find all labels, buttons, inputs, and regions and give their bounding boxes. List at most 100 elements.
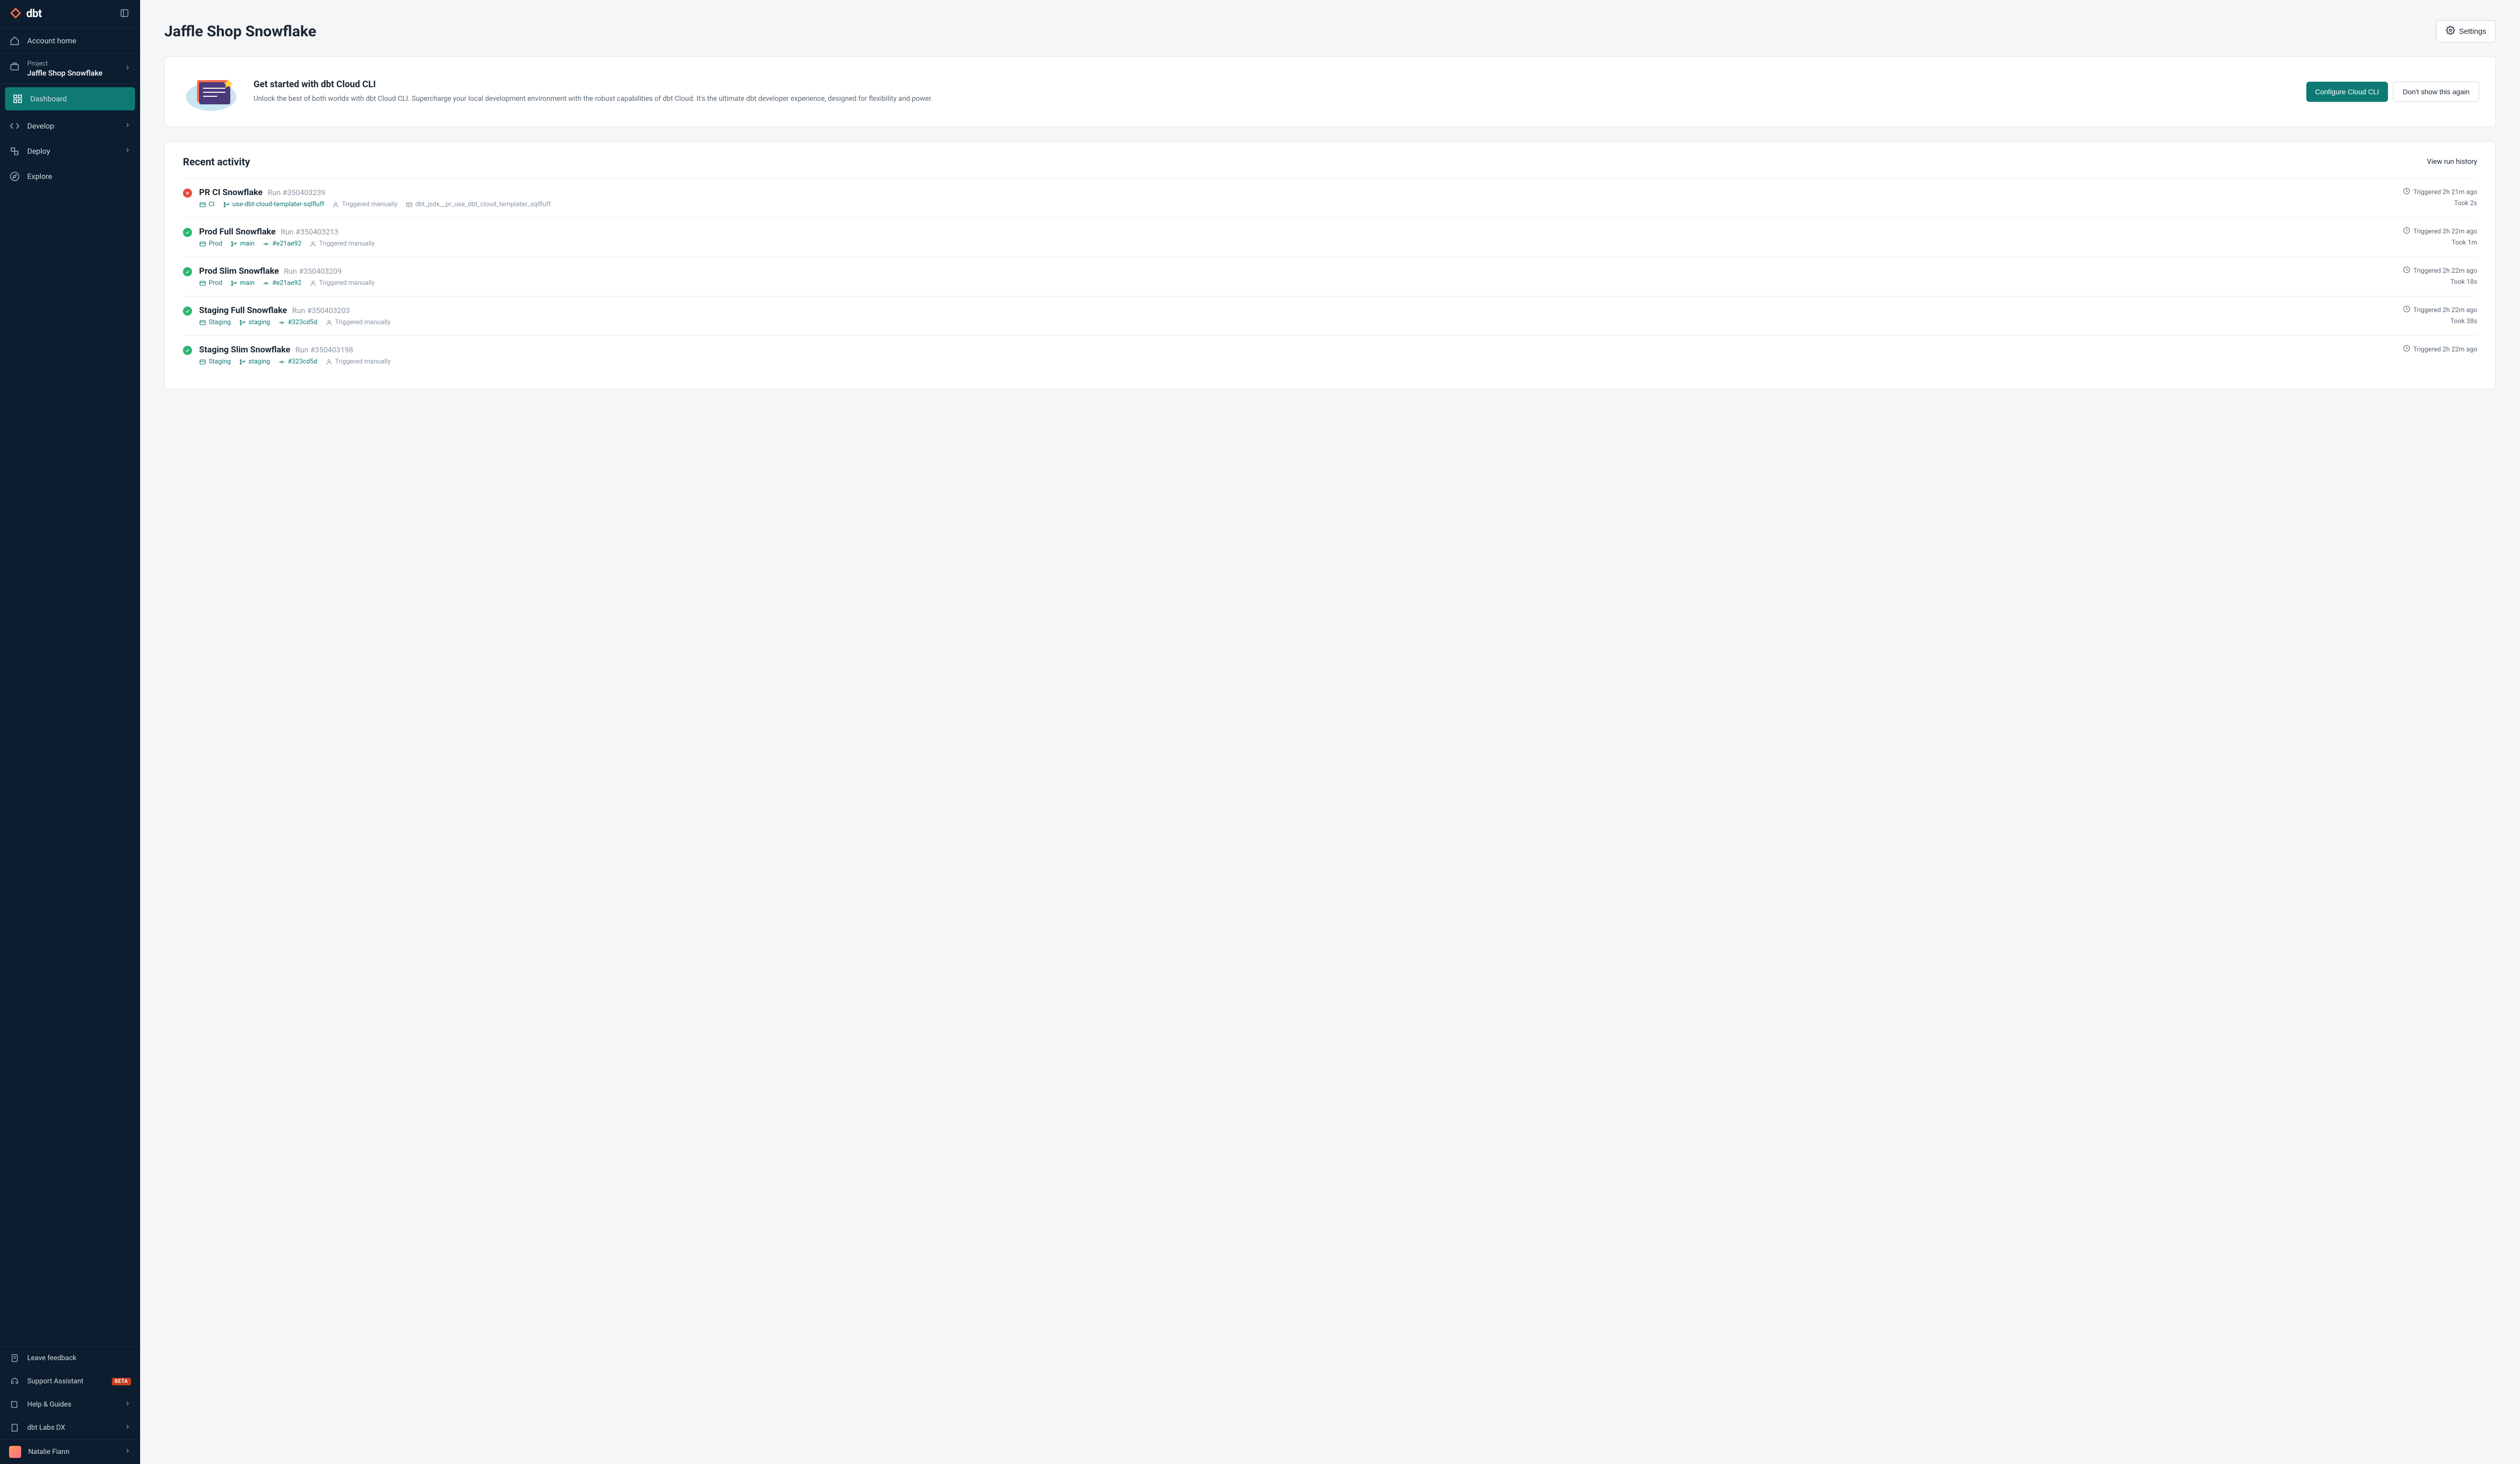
run-commit-link[interactable]: #323cd5d <box>278 358 318 365</box>
promo-card: Get started with dbt Cloud CLI Unlock th… <box>164 56 2496 127</box>
sidebar-item-label: Dashboard <box>30 94 128 103</box>
promo-illustration <box>181 69 241 114</box>
run-env-link[interactable]: Prod <box>199 240 222 248</box>
activity-title: Recent activity <box>183 156 250 168</box>
clock-icon <box>2403 345 2410 354</box>
run-meta: Prod main #e21ae92 Triggered manually <box>199 240 2396 248</box>
run-name: Staging Slim Snowflake <box>199 345 290 355</box>
run-row[interactable]: Staging Slim SnowflakeRun #350403198Stag… <box>183 335 2477 375</box>
run-branch-link[interactable]: use-dbt-cloud-templater-sqlfluff <box>223 201 324 208</box>
sidebar-item-feedback[interactable]: Leave feedback <box>0 1347 140 1370</box>
run-schema-text: dbt_jsdx__pr_use_dbt_cloud_templater_sql… <box>406 201 551 208</box>
run-trigger-text: Triggered manually <box>332 201 397 208</box>
run-row[interactable]: Prod Full SnowflakeRun #350403213Prodmai… <box>183 217 2477 257</box>
run-id: Run #350403239 <box>268 188 326 197</box>
schema-icon <box>406 201 413 208</box>
run-row[interactable]: PR CI SnowflakeRun #350403239CIuse-dbt-c… <box>183 178 2477 217</box>
activity-card: Recent activity View run history PR CI S… <box>164 141 2496 389</box>
run-trigger-text: Triggered manually <box>309 279 374 287</box>
branch-icon <box>239 319 246 326</box>
chevron-right-icon <box>124 64 131 73</box>
project-label: Project <box>27 60 48 68</box>
status-fail-icon <box>183 189 192 198</box>
run-commit-link[interactable]: #323cd5d <box>278 319 318 326</box>
run-main: Staging Full SnowflakeRun #350403203Stag… <box>199 306 2396 326</box>
run-id: Run #350403213 <box>281 227 339 236</box>
commit-icon <box>278 358 285 365</box>
sidebar-item-label: Help & Guides <box>27 1400 117 1409</box>
sidebar-item-support[interactable]: Support Assistant BETA <box>0 1370 140 1393</box>
run-triggered-time: Triggered 2h 22m ago <box>2403 345 2477 354</box>
sidebar-item-org[interactable]: dbt Labs DX <box>0 1416 140 1439</box>
sidebar-item-label: Develop <box>27 121 117 131</box>
run-env-link[interactable]: CI <box>199 201 215 208</box>
promo-title: Get started with dbt Cloud CLI <box>254 79 2294 90</box>
run-branch-link[interactable]: staging <box>239 319 270 326</box>
configure-cli-button[interactable]: Configure Cloud CLI <box>2306 82 2388 102</box>
run-branch-link[interactable]: main <box>230 279 255 287</box>
run-env-link[interactable]: Staging <box>199 358 231 365</box>
run-id: Run #350403209 <box>284 267 342 276</box>
user-icon <box>326 319 333 326</box>
run-duration: Took 1m <box>2403 239 2477 247</box>
run-row[interactable]: Prod Slim Snowflake Run #350403209 Prodmai… <box>183 257 2477 296</box>
env-icon <box>199 358 206 365</box>
settings-label: Settings <box>2459 27 2486 36</box>
run-branch-link[interactable]: staging <box>239 358 270 365</box>
promo-description: Unlock the best of both worlds with dbt … <box>254 94 2294 104</box>
sidebar-item-account-home[interactable]: Account home <box>0 28 140 53</box>
settings-button[interactable]: Settings <box>2436 20 2496 42</box>
status-success-icon <box>183 228 192 237</box>
run-right: Triggered 2h 22m agoTook 1m <box>2403 227 2477 247</box>
run-env-link[interactable]: Staging <box>199 319 231 326</box>
sidebar-collapse-button[interactable] <box>118 7 131 22</box>
compass-icon <box>9 171 20 182</box>
run-duration: Took 18s <box>2403 278 2477 286</box>
run-triggered-time: Triggered 2h 22m ago <box>2403 266 2477 275</box>
run-triggered-time: Triggered 2h 21m ago <box>2403 188 2477 197</box>
run-id: Run #350403203 <box>292 306 350 315</box>
page-header: Jaffle Shop Snowflake Settings <box>164 20 2496 42</box>
view-run-history-link[interactable]: View run history <box>2427 158 2477 166</box>
sidebar-item-dashboard[interactable]: Dashboard <box>5 87 135 110</box>
run-row[interactable]: Staging Full SnowflakeRun #350403203Stag… <box>183 296 2477 335</box>
branch-icon <box>230 280 237 287</box>
clock-icon <box>2403 188 2410 197</box>
commit-icon <box>263 280 270 287</box>
dismiss-promo-button[interactable]: Don't show this again <box>2393 82 2479 102</box>
sidebar-user-menu[interactable]: Natalie Fiann <box>0 1439 140 1464</box>
status-success-icon <box>183 307 192 316</box>
sidebar-item-label: Leave feedback <box>27 1354 131 1362</box>
env-icon <box>199 240 206 248</box>
branch-icon <box>230 240 237 248</box>
run-right: Triggered 2h 22m ago <box>2403 345 2477 357</box>
project-icon <box>9 61 20 72</box>
run-trigger-text: Triggered manually <box>326 319 391 326</box>
page-title: Jaffle Shop Snowflake <box>164 23 317 40</box>
clock-icon <box>2403 306 2410 315</box>
sidebar-item-develop[interactable]: Develop <box>0 113 140 139</box>
run-commit-link[interactable]: #e21ae92 <box>263 240 301 248</box>
sidebar: dbt Account home Project Jaffle Shop Sno… <box>0 0 140 1464</box>
gear-icon <box>2446 26 2455 37</box>
env-icon <box>199 319 206 326</box>
book-icon <box>9 1399 20 1410</box>
user-name: Natalie Fiann <box>28 1448 117 1456</box>
sidebar-project-selector[interactable]: Project Jaffle Shop Snowflake <box>0 54 140 84</box>
run-name: Prod Slim Snowflake <box>199 266 279 276</box>
home-icon <box>9 35 20 46</box>
run-branch-link[interactable]: main <box>230 240 255 248</box>
logo[interactable]: dbt <box>9 7 42 22</box>
clock-icon <box>2403 227 2410 236</box>
sidebar-item-deploy[interactable]: Deploy <box>0 139 140 164</box>
run-env-link[interactable]: Prod <box>199 279 222 287</box>
project-name: Jaffle Shop Snowflake <box>27 69 102 78</box>
run-trigger-text: Triggered manually <box>309 240 374 248</box>
run-commit-link[interactable]: #e21ae92 <box>263 279 301 287</box>
sidebar-item-help[interactable]: Help & Guides <box>0 1393 140 1416</box>
run-right: Triggered 2h 22m ago Took 18s <box>2403 266 2477 286</box>
commit-icon <box>263 240 270 248</box>
user-icon <box>326 358 333 365</box>
user-icon <box>309 280 317 287</box>
sidebar-item-explore[interactable]: Explore <box>0 164 140 189</box>
